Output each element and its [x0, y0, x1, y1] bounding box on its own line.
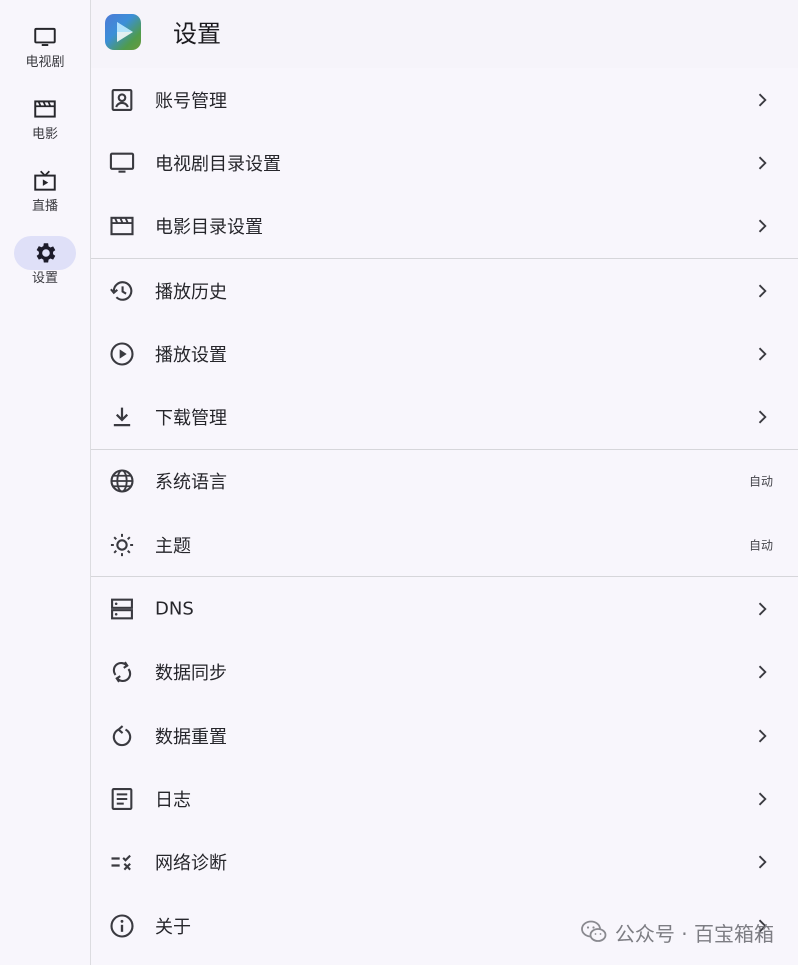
chevron-right-icon — [758, 156, 767, 170]
setting-playback[interactable]: 播放设置 — [91, 322, 798, 385]
chevron-right-icon — [758, 410, 767, 424]
setting-account-management[interactable]: 账号管理 — [91, 68, 798, 131]
tv-icon — [34, 27, 56, 46]
setting-theme[interactable]: 主题 自动 — [91, 513, 798, 576]
account-box-icon — [108, 86, 136, 114]
setting-download-management[interactable]: 下载管理 — [91, 385, 798, 448]
app-logo — [105, 14, 141, 50]
nav-active-indicator — [14, 236, 76, 270]
nav-item-live[interactable]: 直播 — [0, 164, 90, 230]
setting-label: 播放历史 — [155, 281, 227, 303]
setting-label: 账号管理 — [155, 90, 227, 112]
setting-logs[interactable]: 日志 — [91, 767, 798, 830]
watermark-text: 公众号 · 百宝箱箱 — [614, 921, 774, 946]
nav-icon-wrap — [14, 20, 76, 54]
nav-item-tv-series[interactable]: 电视剧 — [0, 20, 90, 86]
globe-icon — [108, 467, 136, 495]
navigation-rail: 电视剧 电影 直播 设置 — [0, 0, 91, 965]
nav-item-settings[interactable]: 设置 — [0, 236, 90, 302]
setting-label: 系统语言 — [155, 472, 227, 494]
setting-tv-directory[interactable]: 电视剧目录设置 — [91, 131, 798, 194]
brightness-icon — [108, 531, 136, 559]
setting-label: 播放设置 — [155, 344, 227, 366]
setting-label: 关于 — [155, 916, 191, 938]
chevron-right-icon — [758, 284, 767, 298]
setting-label: 数据重置 — [155, 726, 227, 748]
history-icon — [108, 277, 136, 305]
setting-play-history[interactable]: 播放历史 — [91, 259, 798, 322]
play-circle-icon — [108, 340, 136, 368]
sync-icon — [108, 658, 136, 686]
settings-list: 账号管理 电视剧目录设置 电影目录设置 播放历史 播放设置 下载管理 系统语言 … — [91, 68, 798, 957]
top-app-bar: 设置 — [91, 0, 798, 68]
nav-item-movies[interactable]: 电影 — [0, 92, 90, 158]
chevron-right-icon — [758, 219, 767, 233]
chevron-right-icon — [758, 729, 767, 743]
movie-icon — [108, 212, 136, 240]
nav-icon-wrap — [14, 164, 76, 198]
setting-label: 数据同步 — [155, 663, 227, 685]
tv-icon — [108, 149, 136, 177]
chevron-right-icon — [758, 602, 767, 616]
gear-icon — [36, 243, 56, 263]
setting-label: 网络诊断 — [155, 853, 227, 875]
app-window: 电视剧 电影 直播 设置 设置 账号管理 电视剧目录设置 电影目录设置 播放历史… — [0, 0, 798, 965]
setting-system-language[interactable]: 系统语言 自动 — [91, 450, 798, 513]
setting-label: 主题 — [155, 535, 191, 557]
setting-network-diagnosis[interactable]: 网络诊断 — [91, 831, 798, 894]
nav-icon-wrap — [14, 92, 76, 126]
setting-value: 自动 — [748, 538, 773, 553]
watermark: 公众号 · 百宝箱箱 — [579, 917, 774, 947]
setting-value: 自动 — [748, 474, 773, 489]
app-logo-play-icon — [117, 22, 133, 42]
dns-server-icon — [108, 595, 136, 623]
article-icon — [108, 785, 136, 813]
setting-data-reset[interactable]: 数据重置 — [91, 704, 798, 767]
chevron-right-icon — [758, 347, 767, 361]
setting-movie-directory[interactable]: 电影目录设置 — [91, 195, 798, 258]
setting-label: 日志 — [155, 789, 191, 811]
page-title: 设置 — [173, 20, 221, 48]
setting-dns[interactable]: DNS — [91, 577, 798, 640]
setting-label: 下载管理 — [155, 408, 227, 430]
setting-label: 电视剧目录设置 — [155, 153, 281, 175]
nav-label: 电视剧 — [25, 55, 65, 70]
chevron-right-icon — [758, 792, 767, 806]
nav-label: 设置 — [31, 271, 58, 286]
download-icon — [108, 403, 136, 431]
live-tv-icon — [34, 170, 56, 191]
setting-label: 电影目录设置 — [155, 217, 263, 239]
info-icon — [108, 912, 136, 940]
nav-label: 电影 — [31, 127, 58, 142]
setting-data-sync[interactable]: 数据同步 — [91, 641, 798, 704]
chevron-right-icon — [758, 855, 767, 869]
chevron-right-icon — [758, 665, 767, 679]
chevron-right-icon — [758, 93, 767, 107]
nav-label: 直播 — [31, 199, 58, 214]
checklist-icon — [108, 848, 136, 876]
reset-icon — [108, 722, 136, 750]
movie-icon — [34, 100, 56, 118]
wechat-icon — [581, 920, 607, 942]
setting-label: DNS — [155, 598, 194, 620]
